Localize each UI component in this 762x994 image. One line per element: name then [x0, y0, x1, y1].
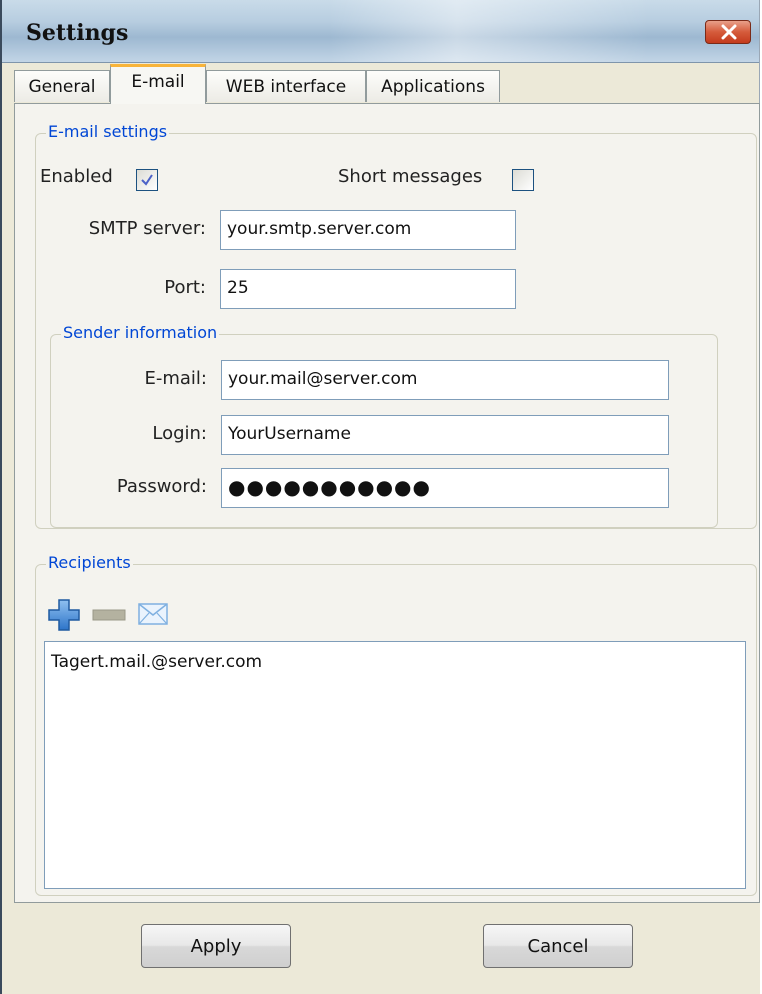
smtp-server-label: SMTP server: [88, 218, 206, 239]
dialog-footer: Apply Cancel [14, 903, 760, 994]
password-input[interactable]: ●●●●●●●●●●● [221, 468, 669, 508]
smtp-server-input[interactable]: your.smtp.server.com [220, 210, 516, 250]
tab-general[interactable]: General [14, 70, 110, 102]
short-messages-checkbox[interactable] [512, 169, 534, 191]
cancel-button[interactable]: Cancel [483, 924, 633, 968]
sender-information-title: Sender information [61, 323, 220, 342]
settings-window: Settings General E-mail WEB interface Ap… [0, 0, 760, 994]
window-title: Settings [26, 20, 129, 46]
recipients-title: Recipients [46, 553, 133, 572]
email-settings-group: E-mail settings Enabled Short messages S… [35, 122, 757, 529]
short-messages-label: Short messages [338, 166, 483, 187]
mail-recipient-icon[interactable] [138, 603, 168, 625]
title-bar-glare [329, 0, 649, 62]
password-label: Password: [116, 476, 207, 497]
checkmark-icon [141, 174, 153, 186]
sender-information-group: Sender information E-mail: your.mail@ser… [50, 323, 718, 528]
enabled-label: Enabled [40, 166, 113, 187]
title-bar[interactable]: Settings [2, 0, 759, 63]
enabled-checkbox[interactable] [136, 169, 158, 191]
close-button[interactable] [705, 20, 751, 44]
tab-applications[interactable]: Applications [366, 70, 500, 102]
tab-web-interface[interactable]: WEB interface [206, 70, 366, 102]
port-input[interactable]: 25 [220, 269, 516, 309]
add-recipient-icon[interactable] [48, 599, 80, 631]
port-label: Port: [164, 277, 206, 298]
login-input[interactable]: YourUsername [221, 415, 669, 455]
recipient-list-item[interactable]: Tagert.mail.@server.com [51, 652, 262, 672]
apply-button[interactable]: Apply [141, 924, 291, 968]
remove-recipient-icon[interactable] [92, 609, 126, 621]
recipients-list[interactable]: Tagert.mail.@server.com [44, 641, 746, 889]
login-label: Login: [152, 423, 207, 444]
email-settings-title: E-mail settings [46, 122, 170, 141]
sender-email-input[interactable]: your.mail@server.com [221, 360, 669, 400]
close-icon [721, 24, 737, 40]
tab-email[interactable]: E-mail [110, 64, 206, 104]
recipients-group: Recipients Tagert.mail.@server.com [35, 553, 757, 896]
email-tab-panel: E-mail settings Enabled Short messages S… [14, 103, 760, 903]
tab-strip: General E-mail WEB interface Application… [14, 64, 759, 104]
sender-email-label: E-mail: [144, 368, 208, 389]
